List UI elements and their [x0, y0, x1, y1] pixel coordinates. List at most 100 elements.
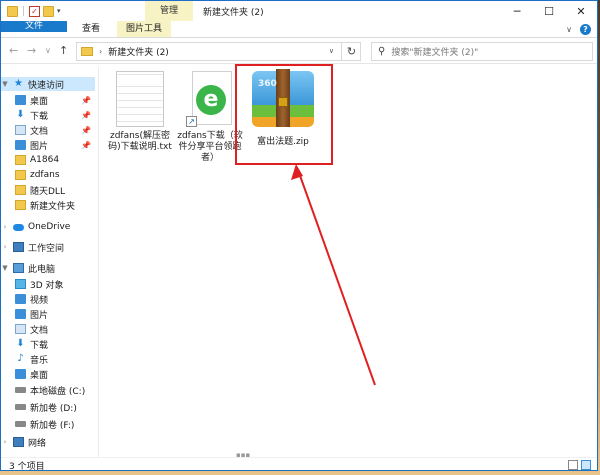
sidebar-item-workspace[interactable]: › 工作空间: [1, 240, 64, 254]
folder-icon: [81, 47, 93, 56]
properties-icon[interactable]: ✓: [29, 5, 40, 17]
picture-icon: [15, 140, 26, 150]
sidebar-item-music[interactable]: ♪ 音乐: [15, 352, 48, 366]
file-item[interactable]: zdfans(解压密码)下载说明.txt: [107, 71, 173, 153]
sidebar-item-label: A1864: [30, 155, 60, 165]
cube-icon: [15, 279, 26, 289]
sidebar-item-label: 新加卷 (D:): [30, 403, 77, 414]
drive-icon: [15, 404, 26, 410]
sidebar-item-label: 新加卷 (F:): [30, 420, 75, 431]
sidebar-item-label: 新建文件夹: [30, 201, 76, 212]
sidebar-item-label: 音乐: [30, 355, 49, 366]
drive-icon: [15, 421, 26, 427]
sidebar-item-3d-objects[interactable]: 3D 对象: [15, 277, 64, 291]
breadcrumb[interactable]: 新建文件夹 (2): [108, 45, 169, 58]
sidebar-item-label: 3D 对象: [30, 280, 64, 291]
explorer-window: ✓ ▾ 管理 新建文件夹 (2) ─ ☐ ✕ 文件 主页 共享 查看 图片工具 …: [0, 0, 598, 472]
breadcrumb-separator-icon[interactable]: ›: [99, 47, 102, 56]
sidebar-item-label: 桌面: [30, 96, 49, 107]
file-item[interactable]: e ↗ zdfans下载（软件分享平台领跑者）: [177, 71, 243, 164]
search-placeholder: 搜索"新建文件夹 (2)": [391, 48, 479, 58]
sidebar-item-label: 下载: [30, 340, 49, 351]
ribbon-expand-icon[interactable]: ∨: [566, 25, 572, 34]
search-input[interactable]: ⚲ 搜索"新建文件夹 (2)": [371, 42, 593, 61]
folder-icon: [15, 170, 26, 180]
pane-divider[interactable]: [98, 67, 99, 457]
navigation-pane: ▼ ★ 快速访问 桌面 📌 ⬇ 下载 📌 文档 📌 图片 📌 A1864 zdf…: [1, 73, 95, 455]
sidebar-item-label: 此电脑: [28, 264, 56, 275]
internet-explorer-icon: e: [196, 85, 226, 115]
shortcut-arrow-icon: ↗: [186, 116, 197, 127]
address-row: ← → ∨ ↑ › 新建文件夹 (2) ∨ ↻ ⚲ 搜索"新建文件夹 (2)": [1, 38, 597, 64]
music-icon: ♪: [17, 353, 24, 364]
window-controls: ─ ☐ ✕: [501, 1, 597, 21]
sidebar-item-desktop[interactable]: 桌面 📌: [15, 93, 95, 107]
text-file-icon: [116, 71, 164, 127]
expand-arrow-icon[interactable]: ›: [1, 438, 9, 446]
sidebar-item-drive-f[interactable]: 新加卷 (F:): [15, 417, 74, 431]
zip-brand-text: 360: [258, 79, 277, 89]
sidebar-item-videos[interactable]: 视频: [15, 292, 48, 306]
close-button[interactable]: ✕: [565, 1, 597, 21]
back-button[interactable]: ←: [9, 44, 18, 57]
recent-locations-button[interactable]: ∨: [45, 46, 51, 55]
forward-button[interactable]: →: [27, 44, 36, 57]
ribbon-tabs: 文件 主页 共享 查看 图片工具 ∨ ?: [1, 21, 597, 38]
sidebar-item-network[interactable]: › 网络: [1, 435, 46, 449]
desktop-icon: [15, 369, 26, 379]
sidebar-item-label: zdfans: [30, 170, 60, 180]
expand-arrow-icon[interactable]: ›: [1, 223, 9, 231]
new-folder-icon[interactable]: [43, 5, 54, 17]
search-icon: ⚲: [378, 46, 386, 57]
sidebar-item-drive-c[interactable]: 本地磁盘 (C:): [15, 383, 85, 397]
sidebar-item-quick-access[interactable]: ▼ ★ 快速访问: [1, 77, 95, 91]
sidebar-item-pc-documents[interactable]: 文档: [15, 322, 48, 336]
sidebar-item-dll[interactable]: 随天DLL: [15, 183, 65, 197]
ie-shortcut-icon: e ↗: [186, 71, 234, 127]
refresh-button[interactable]: ↻: [341, 42, 361, 61]
minimize-button[interactable]: ─: [501, 1, 533, 21]
sidebar-item-label: 下载: [30, 111, 49, 122]
picture-icon: [15, 309, 26, 319]
sidebar-item-label: 视频: [30, 295, 49, 306]
computer-icon: [13, 263, 24, 273]
help-icon[interactable]: ?: [580, 24, 591, 35]
sidebar-item-label: OneDrive: [28, 222, 71, 232]
address-bar[interactable]: › 新建文件夹 (2) ∨: [76, 42, 361, 61]
drive-icon: [15, 387, 26, 393]
sidebar-item-this-pc[interactable]: ▼ 此电脑: [1, 261, 55, 275]
quick-access-toolbar: ✓ ▾: [1, 5, 61, 17]
sidebar-item-drive-d[interactable]: 新加卷 (D:): [15, 400, 77, 414]
sidebar-item-pc-downloads[interactable]: ⬇ 下载: [15, 337, 48, 351]
sidebar-item-pc-desktop[interactable]: 桌面: [15, 367, 48, 381]
sidebar-item-zdfans[interactable]: zdfans: [15, 168, 60, 182]
maximize-button[interactable]: ☐: [533, 1, 565, 21]
sidebar-item-label: 快速访问: [28, 80, 65, 91]
customize-chevron-icon[interactable]: ▾: [57, 7, 61, 15]
download-icon: ⬇: [16, 109, 25, 120]
folder-icon: [15, 185, 26, 195]
sidebar-item-new-folder[interactable]: 新建文件夹: [15, 198, 75, 212]
large-icons-view-icon[interactable]: [581, 460, 591, 470]
up-button[interactable]: ↑: [59, 44, 68, 57]
desktop-icon: [15, 95, 26, 105]
expand-arrow-icon[interactable]: ›: [1, 243, 9, 251]
sidebar-item-pictures[interactable]: 图片 📌: [15, 138, 95, 152]
file-item[interactable]: 360 富出法题.zip: [250, 69, 316, 148]
sidebar-item-documents[interactable]: 文档 📌: [15, 123, 95, 137]
sidebar-item-onedrive[interactable]: › OneDrive: [1, 220, 71, 234]
folder-icon: [15, 155, 26, 165]
tab-file[interactable]: 文件: [1, 21, 67, 32]
expand-arrow-icon[interactable]: ▼: [1, 264, 9, 272]
expand-arrow-icon[interactable]: ▼: [1, 80, 9, 88]
sidebar-item-a1864[interactable]: A1864: [15, 153, 59, 167]
tab-manage[interactable]: 管理: [145, 1, 193, 21]
sidebar-item-pc-pictures[interactable]: 图片: [15, 307, 48, 321]
sidebar-item-downloads[interactable]: ⬇ 下载 📌: [15, 108, 95, 122]
tab-picture-tools[interactable]: 图片工具: [117, 21, 172, 37]
pin-icon: 📌: [81, 110, 91, 120]
video-icon: [15, 294, 26, 304]
tab-view[interactable]: 查看: [73, 21, 109, 37]
address-dropdown-icon[interactable]: ∨: [329, 47, 334, 55]
details-view-icon[interactable]: [568, 460, 578, 470]
